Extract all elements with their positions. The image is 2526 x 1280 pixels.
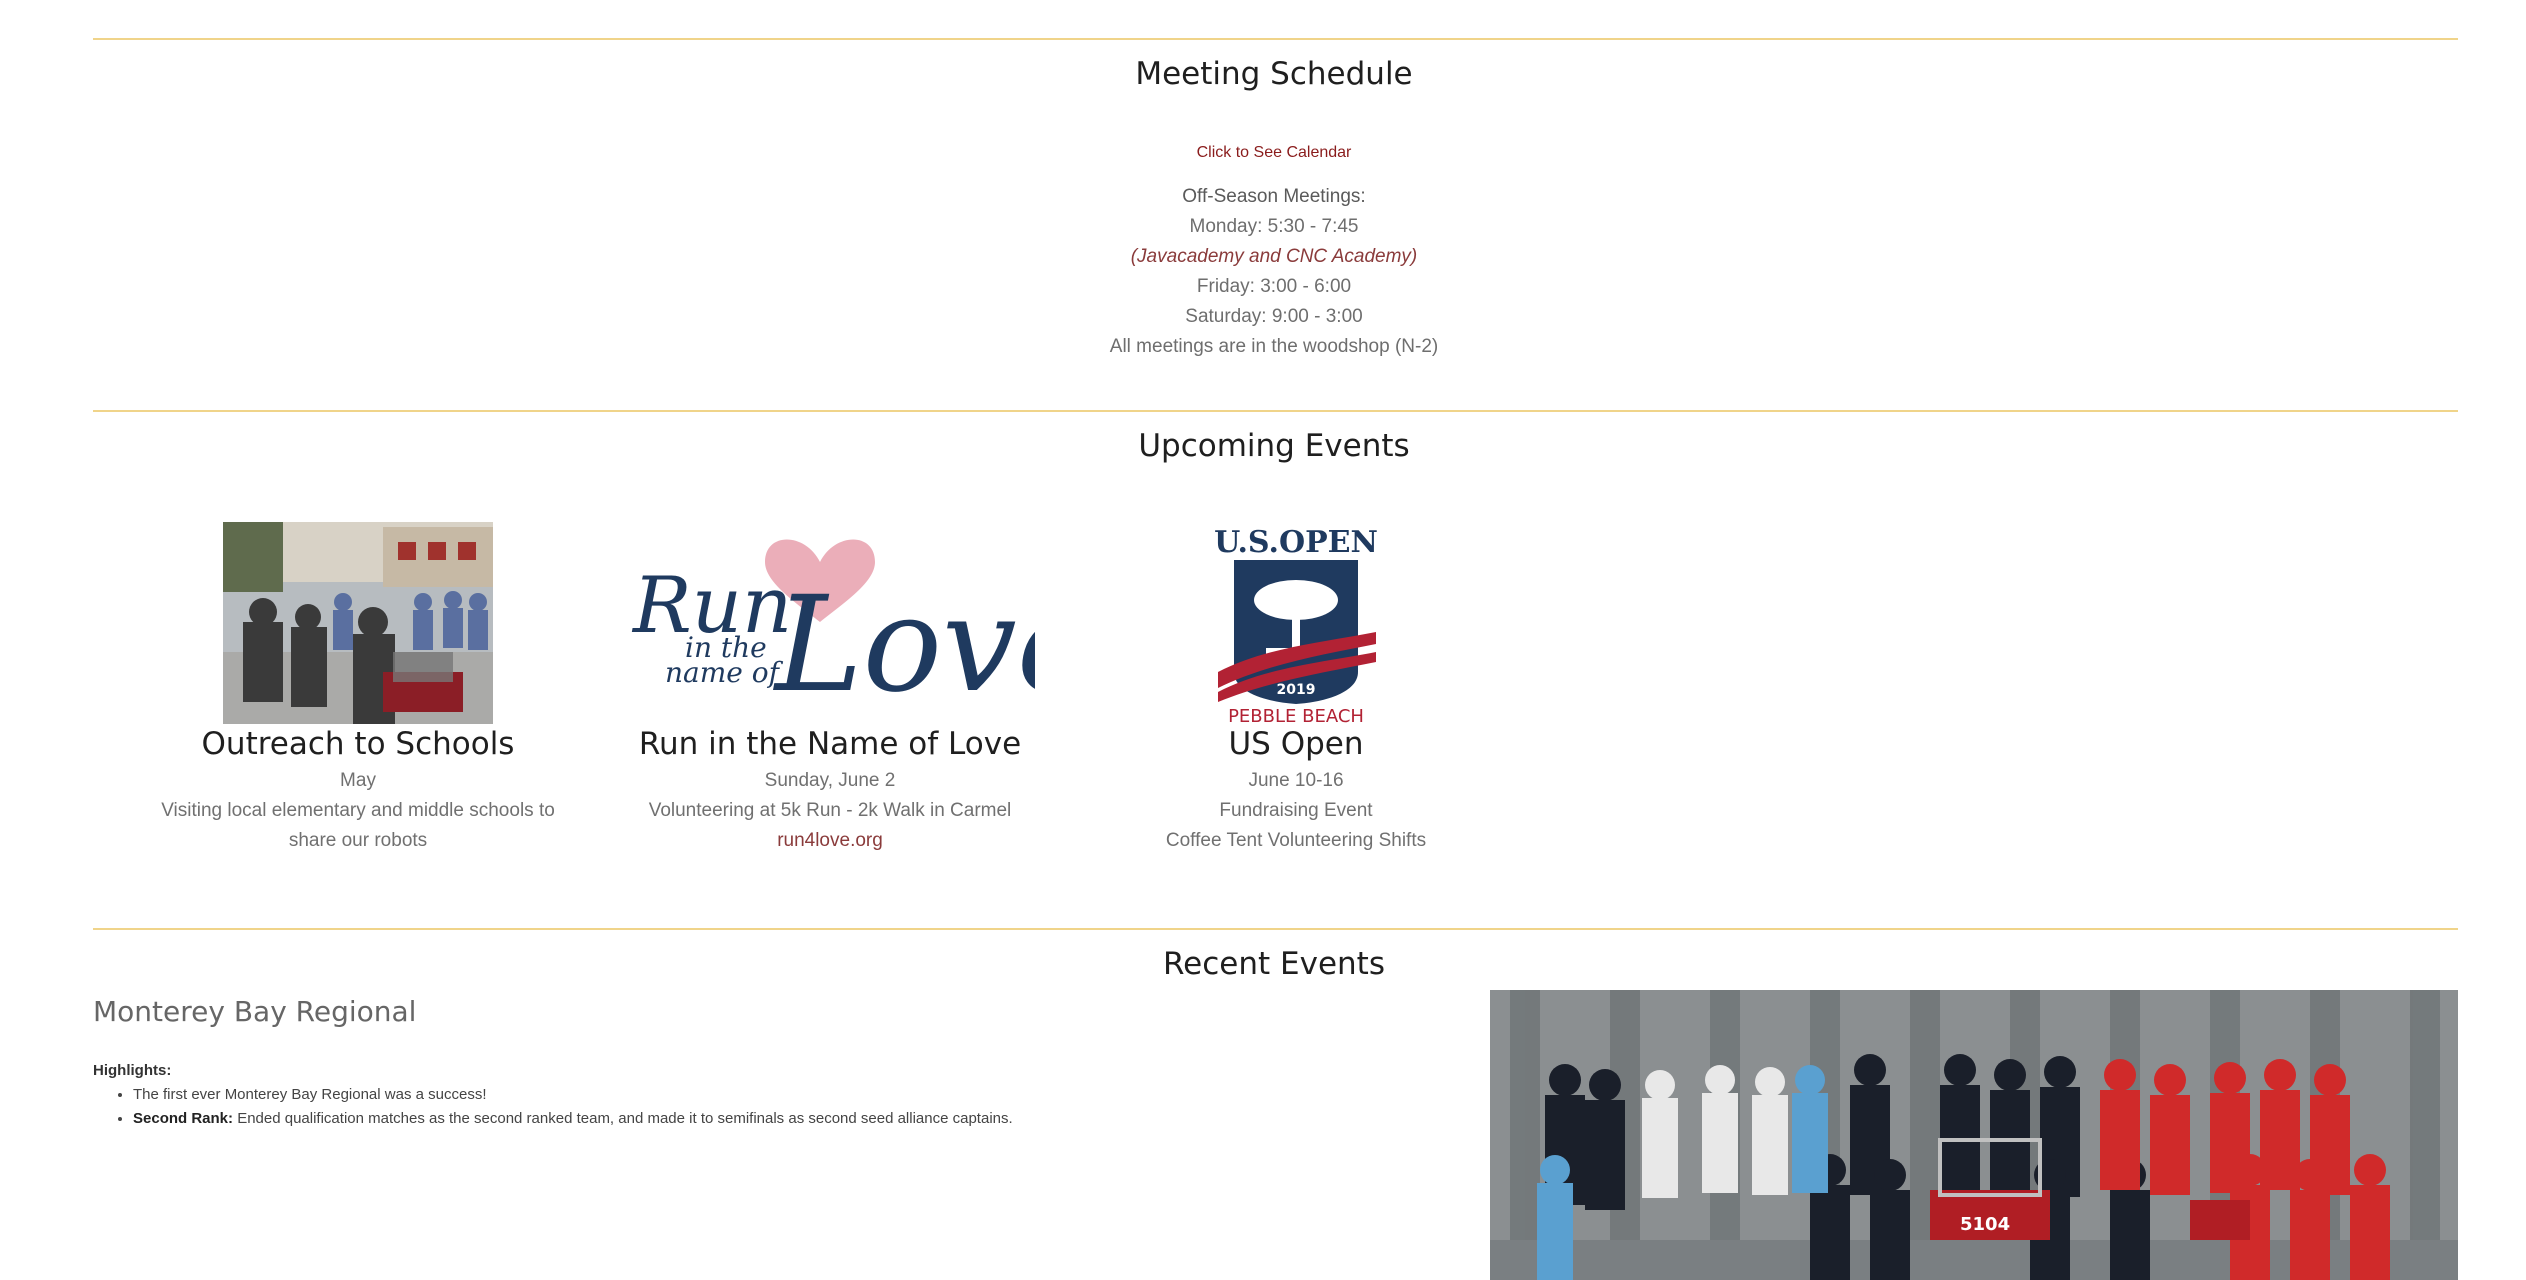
friday-time: Friday: 3:00 - 6:00 bbox=[1196, 276, 1352, 297]
event-title: US Open bbox=[1228, 726, 1364, 762]
upcoming-divider bbox=[93, 410, 2458, 412]
team-photo-icon: 5104 bbox=[1490, 990, 2458, 1280]
event-description: Volunteering at 5k Run - 2k Walk in Carm… bbox=[648, 800, 1012, 821]
offseason-label: Off-Season Meetings: bbox=[1182, 186, 1366, 207]
event-date: June 10-16 bbox=[1248, 770, 1344, 791]
logo-year-text: 2019 bbox=[1277, 682, 1316, 698]
run4love-link[interactable]: run4love.org bbox=[777, 830, 883, 851]
run-for-love-logo-icon[interactable]: Run in the name of Love bbox=[625, 522, 1035, 724]
meeting-schedule-details: Off-Season Meetings: Monday: 5:30 - 7:45… bbox=[0, 182, 2526, 362]
highlights-list: The first ever Monterey Bay Regional was… bbox=[133, 1083, 1013, 1131]
calendar-link[interactable]: Click to See Calendar bbox=[0, 144, 2526, 162]
event-date: May bbox=[340, 770, 376, 791]
monday-time: Monday: 5:30 - 7:45 bbox=[1189, 216, 1359, 237]
event-description: Fundraising Event bbox=[1219, 800, 1373, 821]
team-photo[interactable]: 5104 bbox=[1490, 990, 2458, 1280]
upcoming-events-title: Upcoming Events bbox=[1138, 428, 1410, 464]
logo-pebble-text: PEBBLE BEACH bbox=[1228, 706, 1364, 724]
event-description: Visiting local elementary and middle sch… bbox=[161, 800, 555, 821]
highlight-text: The first ever Monterey Bay Regional was… bbox=[133, 1086, 487, 1103]
event-description-cont: share our robots bbox=[288, 830, 428, 851]
event-card-outreach: Outreach to Schools May Visiting local e… bbox=[138, 522, 578, 856]
highlights-label: Highlights: bbox=[93, 1062, 172, 1079]
event-date: Sunday, June 2 bbox=[764, 770, 896, 791]
saturday-time: Saturday: 9:00 - 3:00 bbox=[1185, 306, 1363, 327]
recent-divider bbox=[93, 928, 2458, 930]
logo-love-text: Love bbox=[773, 568, 1035, 722]
highlight-bold: Second Rank: bbox=[133, 1110, 234, 1127]
event-card-us-open: U.S.OPEN 2019 PEBBLE BEACH US Open June … bbox=[1116, 522, 1476, 856]
logo-usopen-text: U.S.OPEN bbox=[1214, 525, 1378, 560]
event-title: Run in the Name of Love bbox=[638, 726, 1022, 762]
meeting-schedule-title: Meeting Schedule bbox=[1135, 56, 1413, 92]
highlights-block: Highlights: The first ever Monterey Bay … bbox=[93, 1062, 1013, 1131]
monday-note: (Javacademy and CNC Academy) bbox=[1130, 246, 1418, 267]
us-open-logo-icon[interactable]: U.S.OPEN 2019 PEBBLE BEACH bbox=[1206, 522, 1386, 724]
recent-event-name: Monterey Bay Regional bbox=[93, 995, 417, 1028]
list-item: Second Rank: Ended qualification matches… bbox=[133, 1107, 1013, 1131]
list-item: The first ever Monterey Bay Regional was… bbox=[133, 1083, 1013, 1107]
logo-name-text: name of bbox=[665, 656, 784, 689]
recent-events-title: Recent Events bbox=[1163, 946, 1385, 982]
highlight-text: Ended qualification matches as the secon… bbox=[237, 1110, 1013, 1127]
top-divider bbox=[93, 38, 2458, 40]
event-description-cont: Coffee Tent Volunteering Shifts bbox=[1165, 830, 1427, 851]
outreach-photo-icon[interactable] bbox=[223, 522, 493, 724]
event-card-run-for-love: Run in the name of Love Run in the Name … bbox=[610, 522, 1050, 856]
meeting-location: All meetings are in the woodshop (N-2) bbox=[1109, 336, 1439, 357]
robot-number-text: 5104 bbox=[1960, 1214, 2010, 1235]
event-title: Outreach to Schools bbox=[201, 726, 515, 762]
